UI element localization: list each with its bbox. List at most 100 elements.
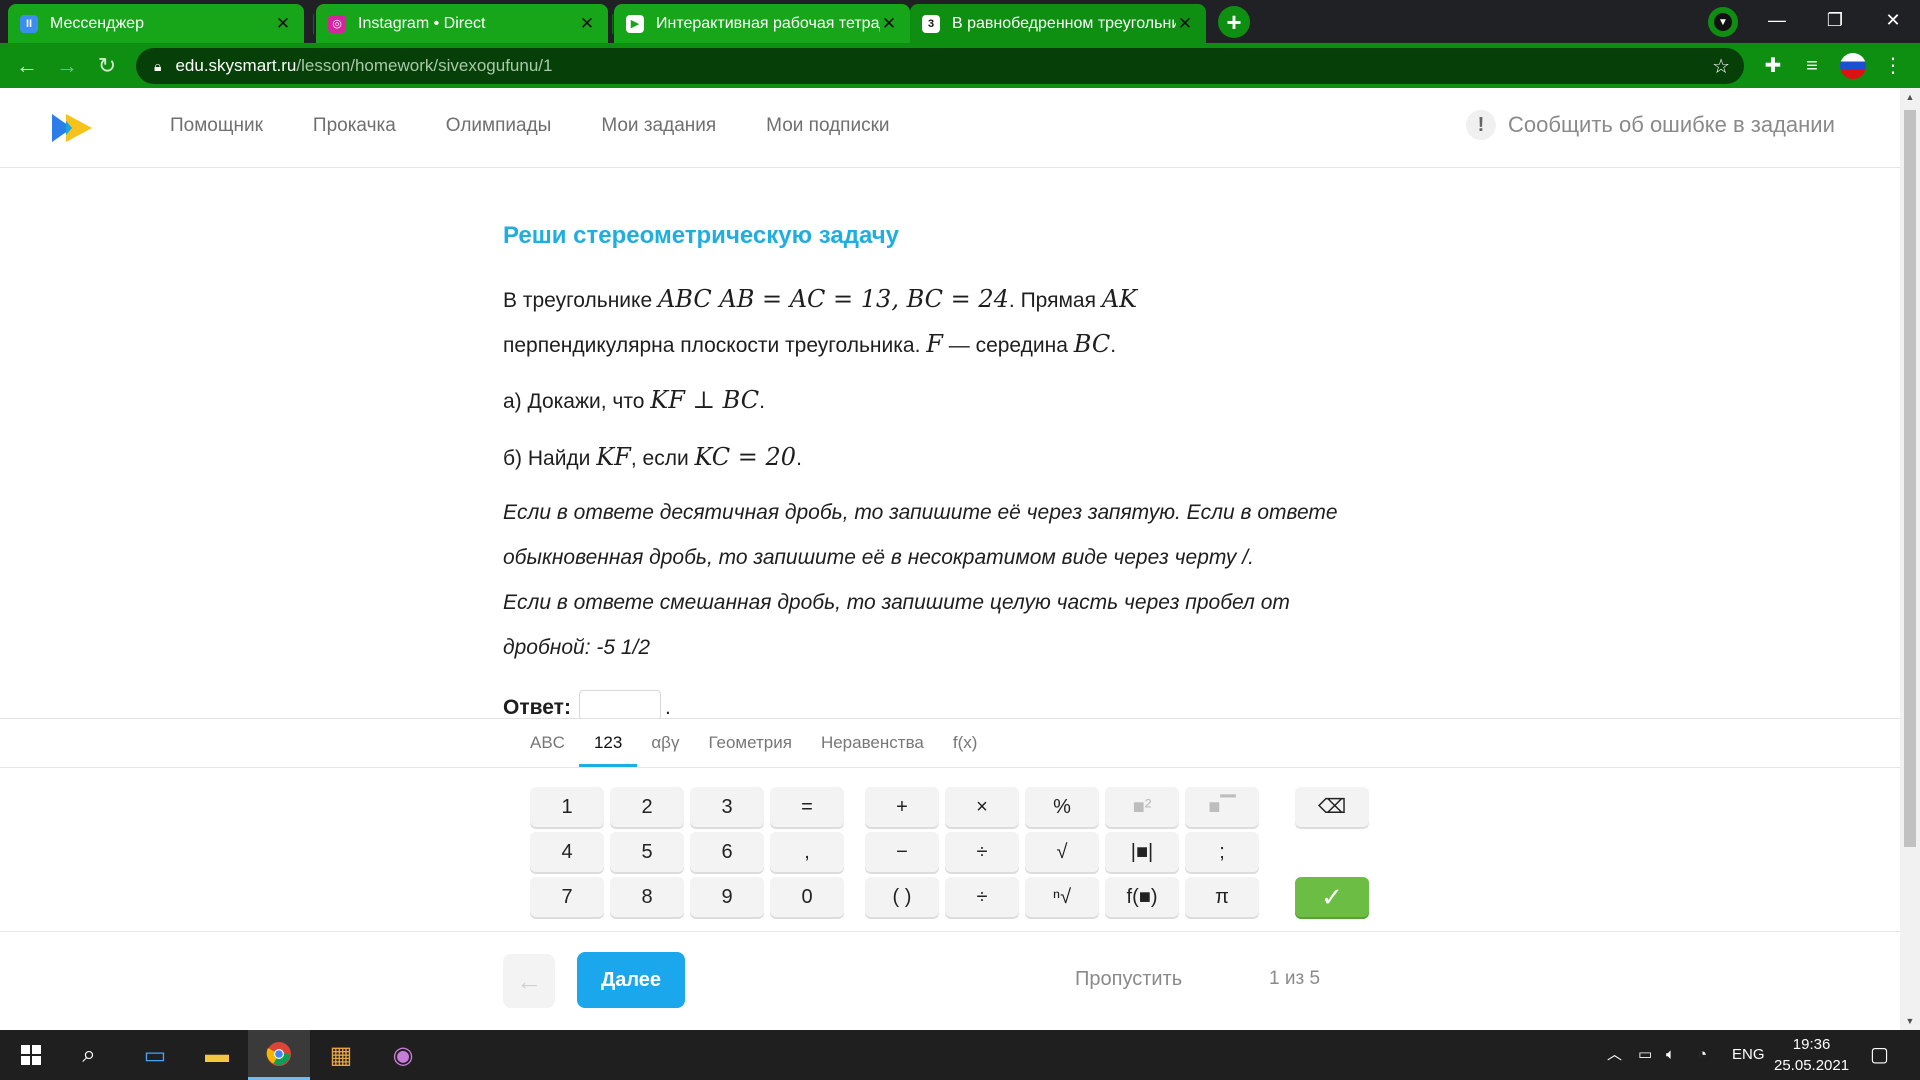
task-text: .	[759, 390, 765, 413]
key-overline-icon[interactable]: ■▔	[1185, 787, 1259, 827]
key-parentheses[interactable]: ( )	[865, 877, 939, 917]
new-tab-button[interactable]: +	[1218, 6, 1250, 38]
key-semicolon[interactable]: ;	[1185, 832, 1259, 872]
main-nav: Помощник Прокачка Олимпиады Мои задания …	[170, 115, 940, 137]
battery-icon[interactable]: ▭	[1638, 1030, 1652, 1080]
search-icon[interactable]: ⌕	[58, 1030, 120, 1080]
key-1[interactable]: 1	[530, 787, 604, 827]
key-2[interactable]: 2	[610, 787, 684, 827]
page-scrollbar[interactable]: ▲ ▼	[1900, 88, 1920, 1030]
kb-tab-geometry[interactable]: Геометрия	[708, 719, 792, 767]
nav-training[interactable]: Прокачка	[313, 115, 396, 137]
instagram-icon: ◎	[328, 14, 346, 33]
task-text: . Прямая	[1008, 289, 1102, 312]
skip-link[interactable]: Пропустить	[1075, 968, 1182, 991]
messenger-icon: II	[20, 14, 38, 33]
bookmark-star-icon[interactable]: ☆	[1712, 54, 1730, 79]
profile-avatar[interactable]	[1840, 53, 1866, 79]
minimize-icon[interactable]: —	[1748, 0, 1806, 40]
report-error-link[interactable]: ! Сообщить об ошибке в задании	[1466, 110, 1835, 140]
key-9[interactable]: 9	[690, 877, 764, 917]
address-bar[interactable]: 🔒︎ edu.skysmart.ru/lesson/homework/sivex…	[136, 48, 1744, 84]
close-icon[interactable]: ✕	[274, 14, 292, 34]
reload-icon[interactable]: ↻	[92, 51, 122, 81]
key-5[interactable]: 5	[610, 832, 684, 872]
rubik-cube-icon[interactable]: ▦	[310, 1030, 372, 1080]
key-0[interactable]: 0	[770, 877, 844, 917]
kb-tab-functions[interactable]: f(x)	[953, 719, 978, 767]
key-pi[interactable]: π	[1185, 877, 1259, 917]
key-8[interactable]: 8	[610, 877, 684, 917]
recorder-app-icon[interactable]: ◉	[372, 1030, 434, 1080]
key-comma[interactable]: ,	[770, 832, 844, 872]
key-4[interactable]: 4	[530, 832, 604, 872]
answer-input[interactable]	[578, 690, 661, 720]
system-clock[interactable]: 19:36 25.05.2021	[1774, 1034, 1849, 1076]
key-7[interactable]: 7	[530, 877, 604, 917]
browser-menu-icon[interactable]: ⋮	[1880, 53, 1906, 79]
kb-tab-greek[interactable]: αβγ	[651, 719, 679, 767]
tab-workbook[interactable]: ▶ Интерактивная рабочая тетрадь ✕	[614, 4, 910, 43]
extensions-puzzle-icon[interactable]: ✚	[1760, 53, 1786, 79]
nav-helper[interactable]: Помощник	[170, 115, 263, 137]
tab-title: Мессенджер	[50, 14, 144, 32]
key-power-icon[interactable]: ■²	[1105, 787, 1179, 827]
kb-tab-123[interactable]: 123	[578, 719, 638, 767]
key-sqrt[interactable]: √	[1025, 832, 1099, 872]
tray-chevron-icon[interactable]: ︿	[1607, 1030, 1622, 1080]
task-text: — середина	[942, 334, 1074, 357]
media-queue-icon[interactable]: ≡	[1799, 53, 1825, 79]
key-abs-icon[interactable]: |■|	[1105, 832, 1179, 872]
notifications-icon[interactable]: ▢	[1870, 1030, 1889, 1080]
kb-tab-inequalities[interactable]: Неравенства	[821, 719, 924, 767]
nav-my-subscriptions[interactable]: Мои подписки	[766, 115, 889, 137]
key-6[interactable]: 6	[690, 832, 764, 872]
key-plus[interactable]: +	[865, 787, 939, 827]
key-equals[interactable]: =	[770, 787, 844, 827]
task-text: .	[1110, 334, 1117, 357]
tab-messenger[interactable]: II Мессенджер ✕	[8, 4, 304, 43]
kb-tab-abc[interactable]: ABC	[530, 719, 565, 767]
key-fraction-icon[interactable]: ÷	[945, 877, 1019, 917]
window-close-icon[interactable]: ✕	[1864, 0, 1920, 40]
key-divide[interactable]: ÷	[945, 832, 1019, 872]
scroll-down-icon[interactable]: ▼	[1900, 1016, 1920, 1026]
browser-toolbar: ← → ↻ 🔒︎ edu.skysmart.ru/lesson/homework…	[0, 43, 1920, 88]
submit-check-button[interactable]: ✓	[1295, 877, 1369, 917]
file-explorer-icon[interactable]: ▬	[186, 1030, 248, 1080]
key-percent[interactable]: %	[1025, 787, 1099, 827]
close-icon[interactable]: ✕	[1176, 14, 1194, 34]
windows-taskbar: ⌕ ▭ ▬ ▦ ◉ ︿ ▭ 🔈︎ ◔ ENG 19:36 25.05.2021 …	[0, 1030, 1920, 1080]
key-minus[interactable]: −	[865, 832, 939, 872]
scrollbar-thumb[interactable]	[1904, 110, 1916, 847]
skysmart-logo[interactable]	[52, 112, 94, 144]
nav-my-tasks[interactable]: Мои задания	[601, 115, 716, 137]
back-arrow-icon[interactable]: ←	[12, 51, 42, 81]
url-path: /lesson/homework/sivexogufunu/1	[296, 56, 553, 75]
tab-instagram[interactable]: ◎ Instagram • Direct ✕	[316, 4, 608, 43]
previous-button[interactable]: ←	[503, 954, 555, 1008]
key-3[interactable]: 3	[690, 787, 764, 827]
windows-start-icon[interactable]	[0, 1030, 62, 1080]
pc-icon[interactable]: ▭	[124, 1030, 186, 1080]
network-icon[interactable]: ◔	[1698, 1030, 1707, 1080]
scroll-up-icon[interactable]: ▲	[1900, 92, 1920, 102]
hint-line: Если в ответе смешанная дробь, то запиши…	[503, 591, 1290, 614]
web-page: Помощник Прокачка Олимпиады Мои задания …	[0, 88, 1900, 1030]
restore-icon[interactable]: ❐	[1806, 0, 1864, 40]
tab-triangle[interactable]: 3 В равнобедренном треугольнике ✕	[910, 4, 1206, 43]
key-multiply[interactable]: ×	[945, 787, 1019, 827]
key-function[interactable]: f(■)	[1105, 877, 1179, 917]
chrome-icon[interactable]	[248, 1030, 310, 1080]
backspace-icon[interactable]: ⌫	[1295, 787, 1369, 827]
task-part-b: б) Найди KF, если KC = 20.	[503, 443, 802, 471]
forward-arrow-icon[interactable]: →	[52, 51, 82, 81]
input-language[interactable]: ENG	[1732, 1030, 1765, 1080]
nav-olympiads[interactable]: Олимпиады	[446, 115, 552, 137]
volume-icon[interactable]: 🔈︎	[1666, 1030, 1675, 1080]
close-icon[interactable]: ✕	[880, 14, 898, 34]
close-icon[interactable]: ✕	[578, 14, 596, 34]
next-button[interactable]: Далее	[577, 952, 685, 1008]
profile-badge-icon[interactable]: ▼	[1708, 7, 1738, 37]
key-nth-root[interactable]: ⁿ√	[1025, 877, 1099, 917]
